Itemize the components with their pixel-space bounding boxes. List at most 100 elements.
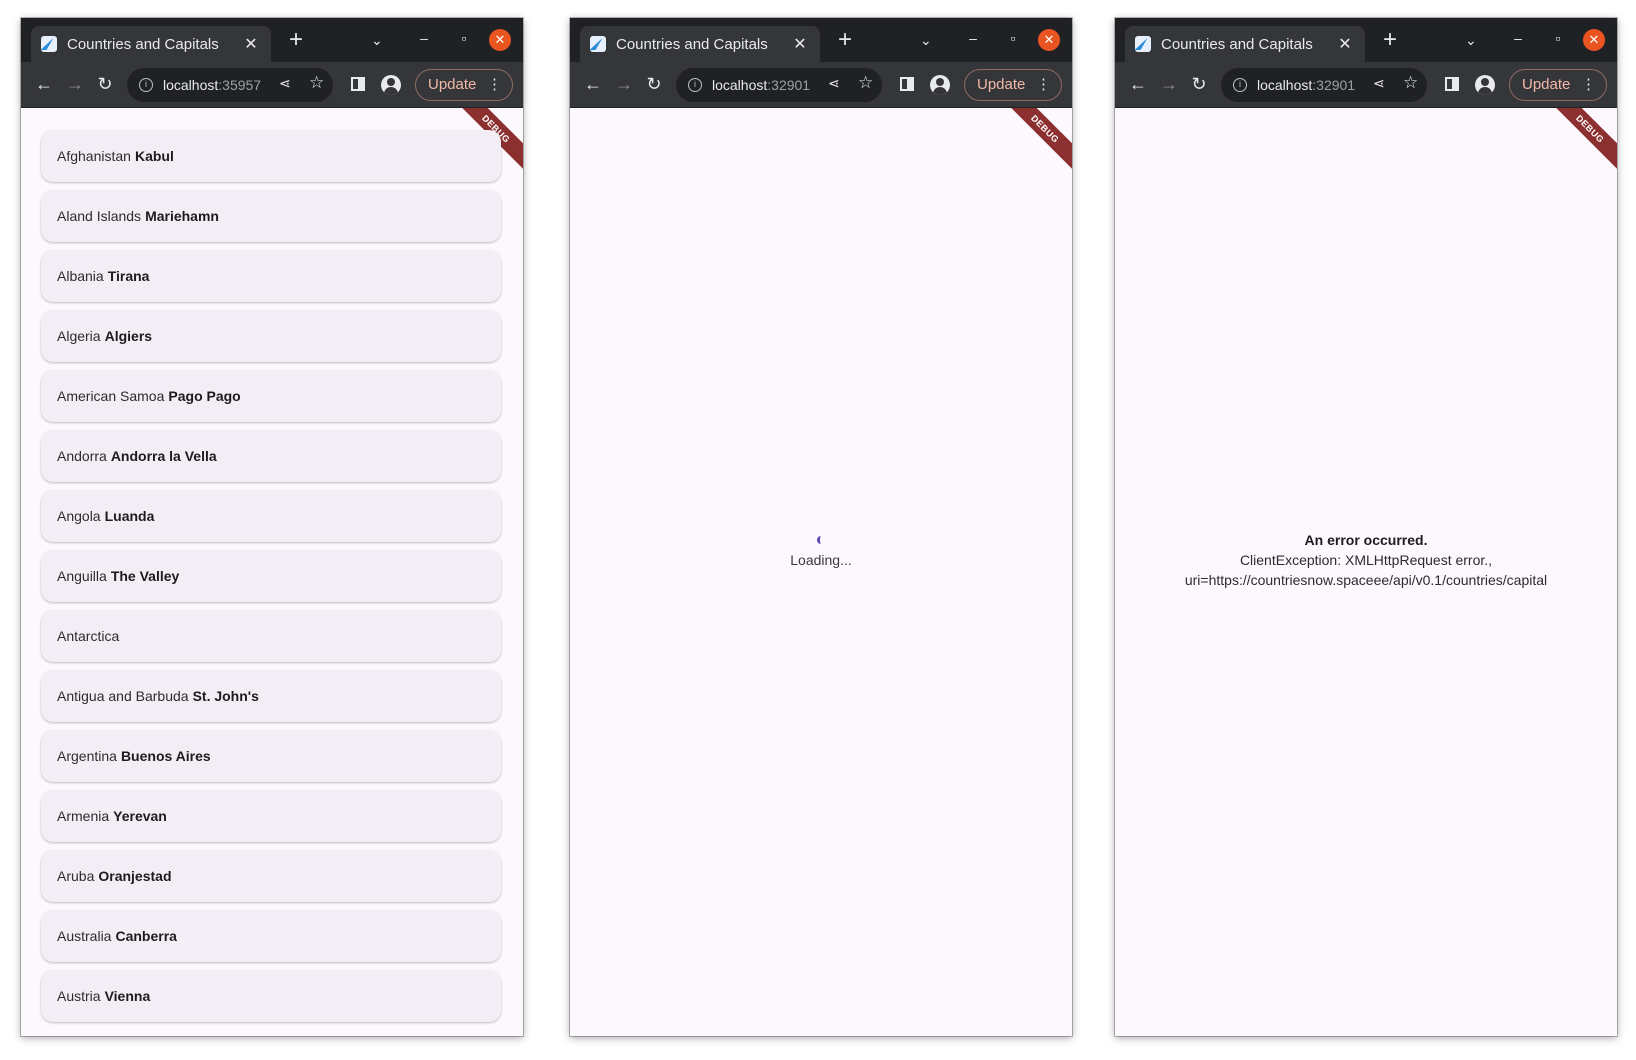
list-item[interactable]: Afghanistan Kabul (41, 130, 501, 182)
chevron-down-icon[interactable]: ⌄ (1465, 32, 1477, 49)
url-port: :32901 (1312, 77, 1356, 93)
minimize-icon[interactable]: – (1507, 30, 1529, 46)
chevron-down-icon[interactable]: ⌄ (920, 32, 932, 49)
close-icon[interactable]: ✕ (790, 34, 810, 54)
capital-name: Oranjestad (98, 868, 172, 884)
list-item[interactable]: Angola Luanda (41, 490, 501, 542)
side-panel-icon[interactable] (900, 77, 914, 91)
country-name: Afghanistan (57, 148, 131, 164)
profile-icon[interactable] (930, 75, 950, 95)
tab-strip: Countries and Capitals ✕ + ⌄ – ▫ ✕ (1115, 18, 1617, 62)
country-name: Antarctica (57, 628, 120, 644)
list-item[interactable]: Armenia Yerevan (41, 790, 501, 842)
list-item[interactable]: Anguilla The Valley (41, 550, 501, 602)
capital-name: Buenos Aires (120, 748, 211, 764)
update-button[interactable]: Update ⋮ (964, 69, 1062, 101)
forward-arrow-icon[interactable]: → (1158, 74, 1180, 95)
close-icon[interactable]: ✕ (241, 34, 261, 54)
maximize-icon[interactable]: ▫ (1002, 30, 1024, 46)
capital-name: Luanda (104, 508, 155, 524)
back-arrow-icon[interactable]: ← (1127, 74, 1149, 95)
list-item[interactable]: Antarctica (41, 610, 501, 662)
reload-icon[interactable]: ↻ (643, 74, 665, 95)
list-item[interactable]: Algeria Algiers (41, 310, 501, 362)
back-arrow-icon[interactable]: ← (582, 74, 604, 95)
country-name: Anguilla (57, 568, 107, 584)
share-icon[interactable]: ⋖ (1373, 75, 1385, 92)
maximize-icon[interactable]: ▫ (453, 30, 475, 46)
reload-icon[interactable]: ↻ (94, 74, 116, 95)
plus-icon[interactable]: + (283, 28, 309, 54)
star-icon[interactable]: ☆ (858, 73, 873, 93)
update-button[interactable]: Update ⋮ (415, 69, 513, 101)
flutter-icon (41, 36, 57, 52)
capital-name: Canberra (115, 928, 177, 944)
plus-icon[interactable]: + (832, 28, 858, 54)
page-content: DEBUG An error occurred. ClientException… (1115, 108, 1617, 1036)
flutter-icon (590, 36, 606, 52)
close-window-icon[interactable]: ✕ (489, 29, 511, 51)
side-panel-icon[interactable] (1445, 77, 1459, 91)
browser-tab[interactable]: Countries and Capitals ✕ (31, 26, 271, 62)
kebab-menu-icon[interactable]: ⋮ (1036, 70, 1051, 100)
browser-toolbar: ← → ↻ i localhost:32901 ⋖ ☆ Update ⋮ (1115, 62, 1617, 108)
country-name: Australia (57, 928, 112, 944)
capital-name: Yerevan (113, 808, 167, 824)
update-button[interactable]: Update ⋮ (1509, 69, 1607, 101)
profile-icon[interactable] (381, 75, 401, 95)
info-icon[interactable]: i (139, 78, 153, 92)
list-item[interactable]: Aruba Oranjestad (41, 850, 501, 902)
error-title: An error occurred. (1304, 532, 1428, 548)
browser-tab[interactable]: Countries and Capitals ✕ (580, 26, 820, 62)
loading-text: Loading... (790, 552, 852, 568)
list-item[interactable]: Australia Canberra (41, 910, 501, 962)
star-icon[interactable]: ☆ (1403, 73, 1418, 93)
list-item[interactable]: Austria Vienna (41, 970, 501, 1022)
kebab-menu-icon[interactable]: ⋮ (487, 70, 502, 100)
info-icon[interactable]: i (1233, 78, 1247, 92)
list-item[interactable]: Aland Islands Mariehamn (41, 190, 501, 242)
capital-name: Algiers (104, 328, 153, 344)
country-list[interactable]: Afghanistan Kabul Aland Islands Mariehamn Al… (41, 130, 501, 1030)
close-window-icon[interactable]: ✕ (1038, 29, 1060, 51)
minimize-icon[interactable]: – (962, 30, 984, 46)
plus-icon[interactable]: + (1377, 28, 1403, 54)
capital-name: Kabul (134, 148, 174, 164)
address-bar[interactable]: i localhost:35957 (127, 68, 333, 102)
capital-name: St. John's (192, 688, 259, 704)
list-item[interactable]: Andorra Andorra la Vella (41, 430, 501, 482)
forward-arrow-icon[interactable]: → (64, 74, 86, 95)
star-icon[interactable]: ☆ (309, 73, 324, 93)
share-icon[interactable]: ⋖ (828, 75, 840, 92)
browser-toolbar: ← → ↻ i localhost:32901 ⋖ ☆ Update ⋮ (570, 62, 1072, 108)
list-item[interactable]: Antigua and Barbuda St. John's (41, 670, 501, 722)
capital-name: Tirana (107, 268, 150, 284)
chevron-down-icon[interactable]: ⌄ (371, 32, 383, 49)
capital-name: Vienna (104, 988, 151, 1004)
capital-name: Mariehamn (145, 208, 219, 224)
reload-icon[interactable]: ↻ (1188, 74, 1210, 95)
country-name: Antigua and Barbuda (57, 688, 189, 704)
share-icon[interactable]: ⋖ (279, 75, 291, 92)
list-item[interactable]: American Samoa Pago Pago (41, 370, 501, 422)
back-arrow-icon[interactable]: ← (33, 74, 55, 95)
side-panel-icon[interactable] (351, 77, 365, 91)
loading-indicator: Loading... (570, 536, 1072, 568)
list-item[interactable]: Albania Tirana (41, 250, 501, 302)
kebab-menu-icon[interactable]: ⋮ (1581, 70, 1596, 100)
close-window-icon[interactable]: ✕ (1583, 29, 1605, 51)
forward-arrow-icon[interactable]: → (613, 74, 635, 95)
address-bar[interactable]: i localhost:32901 (676, 68, 882, 102)
info-icon[interactable]: i (688, 78, 702, 92)
browser-tab[interactable]: Countries and Capitals ✕ (1125, 26, 1365, 62)
country-name: Aruba (57, 868, 95, 884)
address-bar[interactable]: i localhost:32901 (1221, 68, 1427, 102)
list-item[interactable]: Argentina Buenos Aires (41, 730, 501, 782)
profile-icon[interactable] (1475, 75, 1495, 95)
maximize-icon[interactable]: ▫ (1547, 30, 1569, 46)
flutter-icon (1135, 36, 1151, 52)
page-content: DEBUG Afghanistan Kabul Aland Islands Marie… (21, 108, 523, 1036)
country-name: Armenia (57, 808, 110, 824)
minimize-icon[interactable]: – (413, 30, 435, 46)
close-icon[interactable]: ✕ (1335, 34, 1355, 54)
